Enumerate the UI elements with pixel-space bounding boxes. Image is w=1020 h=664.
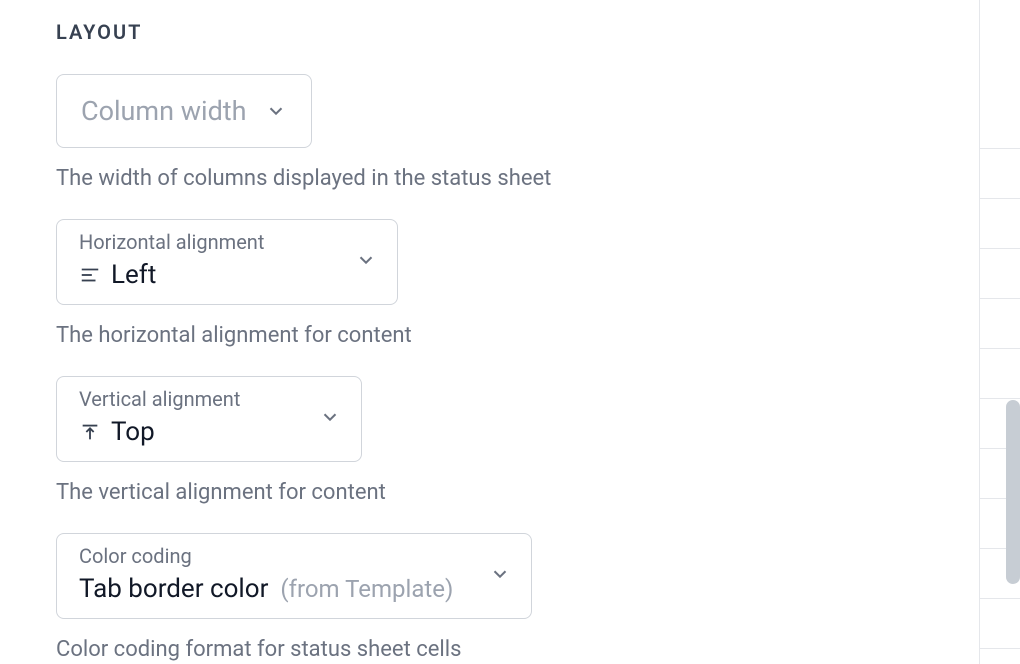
chevron-down-icon (319, 406, 341, 428)
column-width-description: The width of columns displayed in the st… (56, 166, 923, 191)
settings-panel: LAYOUT Column width The width of columns… (0, 0, 980, 664)
color-coding-description: Color coding format for status sheet cel… (56, 637, 923, 662)
field-color-coding: Color coding Tab border color (from Temp… (56, 533, 923, 662)
color-coding-suffix: (from Template) (280, 575, 453, 603)
color-coding-select[interactable]: Color coding Tab border color (from Temp… (56, 533, 532, 619)
field-column-width: Column width The width of columns displa… (56, 74, 923, 191)
field-vertical-alignment: Vertical alignment Top The vertical alig… (56, 376, 923, 505)
vertical-alignment-description: The vertical alignment for content (56, 480, 923, 505)
field-horizontal-alignment: Horizontal alignment Left The horizontal… (56, 219, 923, 348)
column-width-placeholder: Column width (81, 95, 247, 127)
align-left-icon (79, 264, 101, 286)
color-coding-label: Color coding (79, 544, 509, 568)
chevron-down-icon (355, 249, 377, 271)
horizontal-alignment-description: The horizontal alignment for content (56, 323, 923, 348)
color-coding-value: Tab border color (79, 574, 268, 604)
horizontal-alignment-value: Left (111, 260, 156, 290)
vertical-alignment-label: Vertical alignment (79, 387, 339, 411)
scrollbar-thumb[interactable] (1006, 400, 1020, 584)
chevron-down-icon (265, 100, 287, 122)
horizontal-alignment-label: Horizontal alignment (79, 230, 375, 254)
chevron-down-icon (489, 563, 511, 585)
column-width-select[interactable]: Column width (56, 74, 312, 148)
section-title: LAYOUT (56, 20, 923, 44)
horizontal-alignment-select[interactable]: Horizontal alignment Left (56, 219, 398, 305)
vertical-alignment-value: Top (111, 417, 155, 447)
vertical-alignment-select[interactable]: Vertical alignment Top (56, 376, 362, 462)
align-top-icon (79, 421, 101, 443)
